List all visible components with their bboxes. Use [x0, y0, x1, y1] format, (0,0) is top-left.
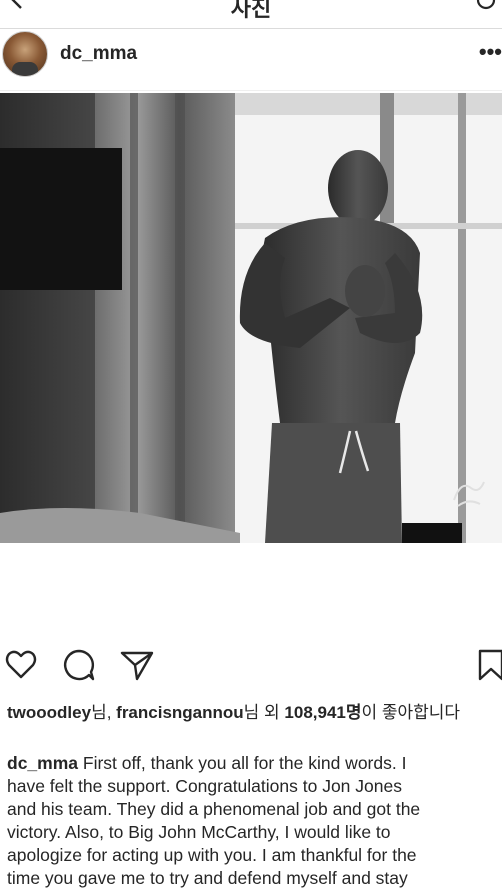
likes-text-2: 님 외 — [243, 703, 285, 722]
refresh-icon[interactable] — [474, 0, 498, 12]
caption-line: have felt the support. Congratulations t… — [7, 776, 402, 796]
send-icon[interactable] — [120, 648, 154, 682]
likes-count[interactable]: 108,941명 — [284, 703, 361, 722]
likes-text-3: 이 좋아합니다 — [361, 703, 461, 722]
caption-username[interactable]: dc_mma — [7, 753, 78, 773]
caption-line: time you gave me to try and defend mysel… — [7, 868, 408, 888]
heart-icon[interactable] — [4, 648, 38, 682]
post-photo[interactable] — [0, 93, 502, 543]
post-username[interactable]: dc_mma — [60, 43, 137, 65]
likes-summary[interactable]: twooodley님, francisngannou님 외 108,941명이 … — [7, 702, 502, 724]
liker-username-1[interactable]: twooodley — [7, 703, 91, 722]
caption-line: and his team. They did a phenomenal job … — [7, 799, 421, 819]
caption-line: victory. Also, to Big John McCarthy, I w… — [7, 822, 391, 842]
liker-username-2[interactable]: francisngannou — [116, 703, 244, 722]
top-navigation-bar: 사진 — [0, 0, 502, 29]
bookmark-icon[interactable] — [474, 648, 502, 682]
avatar[interactable] — [2, 31, 48, 77]
post-caption: dc_mma First off, thank you all for the … — [7, 752, 502, 890]
caption-line: apologize for acting up with you. I am t… — [7, 845, 417, 865]
caption-line: First off, thank you all for the kind wo… — [78, 753, 407, 773]
page-title: 사진 — [230, 0, 272, 21]
watermark-logo — [453, 481, 485, 507]
post-actions — [0, 648, 502, 684]
comment-icon[interactable] — [62, 648, 96, 682]
more-options-icon[interactable]: ••• — [479, 39, 502, 65]
likes-text-1: 님, — [91, 703, 117, 722]
post-header: dc_mma ••• — [0, 29, 502, 79]
